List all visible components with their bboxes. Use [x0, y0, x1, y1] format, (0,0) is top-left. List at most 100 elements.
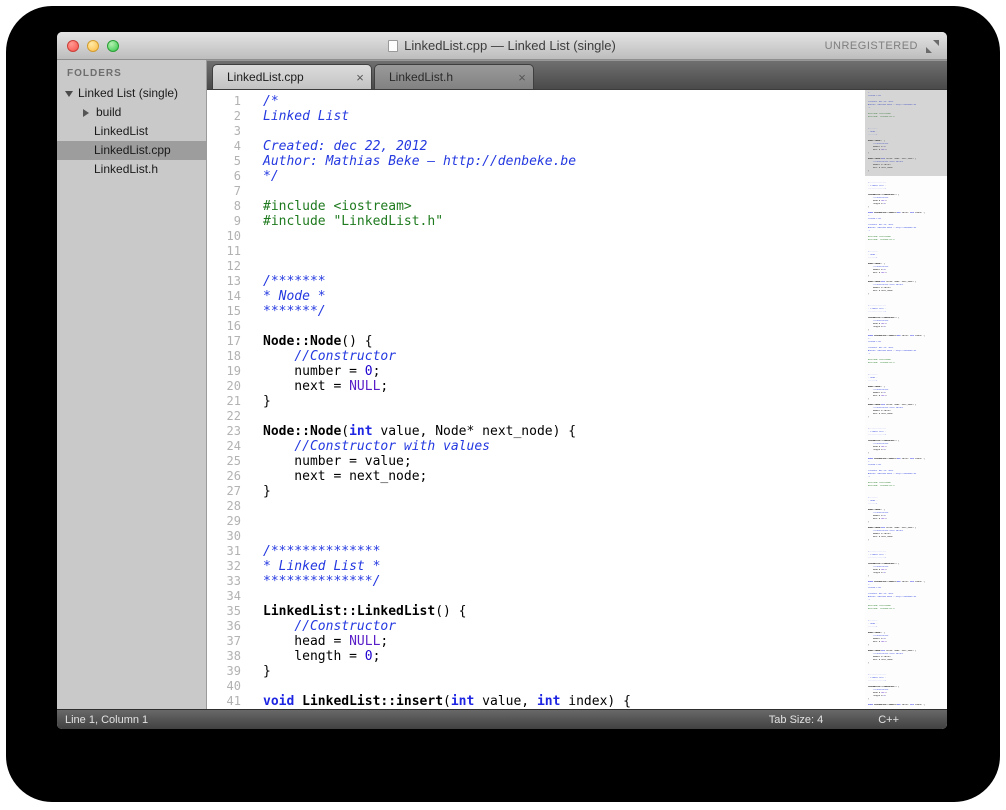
- code-line[interactable]: [263, 529, 865, 544]
- code-token: 0: [365, 364, 373, 379]
- code-token: ;: [886, 395, 887, 397]
- code-line[interactable]: [263, 259, 865, 274]
- sidebar-item-linkedlist-cpp[interactable]: LinkedList.cpp: [57, 141, 206, 160]
- code-line[interactable]: [263, 589, 865, 604]
- code-line[interactable]: }: [263, 394, 865, 409]
- code-token: Created: dec 22, 2012: [868, 470, 893, 472]
- code-token: //Constructor: [873, 689, 889, 691]
- code-line[interactable]: * Linked List *: [263, 559, 865, 574]
- sidebar-item-linked-list-single-[interactable]: Linked List (single): [57, 84, 206, 103]
- code-token: Linked List: [868, 464, 881, 466]
- titlebar[interactable]: LinkedList.cpp — Linked List (single) UN…: [57, 32, 947, 60]
- code-line[interactable]: [263, 124, 865, 139]
- code-token: length =: [868, 449, 884, 451]
- code-line[interactable]: Linked List: [263, 109, 865, 124]
- code-line[interactable]: length = 0;: [263, 649, 865, 664]
- code-line[interactable]: }: [263, 664, 865, 679]
- fullscreen-icon[interactable]: [926, 40, 939, 53]
- code-line[interactable]: Author: Mathias Beke – http://denbeke.be: [263, 154, 865, 169]
- code-token: ;: [885, 515, 886, 517]
- tab-close-icon[interactable]: ×: [511, 70, 533, 85]
- tab-linkedlist-cpp[interactable]: LinkedList.cpp×: [212, 64, 372, 89]
- code-line[interactable]: head = NULL;: [263, 634, 865, 649]
- code-line[interactable]: number = value;: [263, 454, 865, 469]
- disclosure-triangle-icon[interactable]: [65, 91, 73, 97]
- code-line[interactable]: [263, 244, 865, 259]
- code-token: * Node *: [868, 500, 878, 502]
- sidebar-item-build[interactable]: build: [57, 103, 206, 122]
- line-number: 27: [207, 484, 241, 499]
- code-line[interactable]: [263, 319, 865, 334]
- window-title-text: LinkedList.cpp — Linked List (single): [404, 38, 616, 53]
- code-token: *******/: [868, 626, 878, 628]
- code-line[interactable]: //Constructor: [263, 349, 865, 364]
- code-token: #include: [868, 236, 878, 238]
- sidebar-item-linkedlist-h[interactable]: LinkedList.h: [57, 160, 206, 179]
- code-line[interactable]: * Node *: [263, 289, 865, 304]
- disclosure-triangle-icon[interactable]: [83, 109, 89, 117]
- code-line[interactable]: **************/: [263, 574, 865, 589]
- code-token: Node::Node: [868, 527, 880, 529]
- code-line[interactable]: */: [263, 169, 865, 184]
- code-token: int: [349, 424, 372, 439]
- code-line[interactable]: number = 0;: [263, 364, 865, 379]
- syntax-indicator[interactable]: C++: [878, 714, 899, 726]
- minimap-viewport[interactable]: [865, 90, 947, 176]
- code-line[interactable]: Created: dec 22, 2012: [263, 139, 865, 154]
- code-line[interactable]: }: [263, 484, 865, 499]
- code-line[interactable]: next = NULL;: [263, 379, 865, 394]
- code-token: [263, 349, 294, 364]
- minimap[interactable]: /*Linked ListCreated: dec 22, 2012Author…: [865, 90, 947, 709]
- line-number: 33: [207, 574, 241, 589]
- code-token: length =: [868, 326, 884, 328]
- code-token: next =: [868, 641, 881, 643]
- code-token: * Node *: [868, 377, 878, 379]
- code-line[interactable]: [263, 229, 865, 244]
- code-line[interactable]: /*: [263, 94, 865, 109]
- code-line[interactable]: Node::Node() {: [263, 334, 865, 349]
- tab-size-indicator[interactable]: Tab Size: 4: [769, 714, 823, 726]
- code-token: head =: [868, 569, 881, 571]
- code-line[interactable]: //Constructor with values: [263, 439, 865, 454]
- code-line[interactable]: /**************: [263, 544, 865, 559]
- code-token: * Node *: [868, 254, 878, 256]
- code-token: /*******: [868, 497, 878, 499]
- code-line[interactable]: [263, 409, 865, 424]
- folder-tree: Linked List (single)buildLinkedListLinke…: [57, 84, 206, 179]
- code-token: LinkedList::LinkedList: [868, 686, 895, 688]
- code-token: **************/: [868, 188, 886, 190]
- code-area[interactable]: /*Linked List Created: dec 22, 2012Author…: [251, 90, 865, 709]
- code-token: value,: [474, 694, 537, 709]
- line-number: 21: [207, 394, 241, 409]
- code-token: LinkedList::LinkedList: [868, 563, 895, 565]
- code-line[interactable]: /*******: [263, 274, 865, 289]
- code-token: "LinkedList.h": [879, 485, 896, 487]
- code-line[interactable]: *******/: [263, 304, 865, 319]
- sidebar-item-linkedlist[interactable]: LinkedList: [57, 122, 206, 141]
- tab-linkedlist-h[interactable]: LinkedList.h×: [374, 64, 534, 89]
- code-token: #include: [868, 482, 878, 484]
- code-token: ;: [380, 634, 388, 649]
- line-number: 36: [207, 619, 241, 634]
- code-line[interactable]: //Constructor: [263, 619, 865, 634]
- code-token: Author: Mathias Beke – http://denbeke.be: [868, 227, 916, 229]
- code-token: * Linked List *: [868, 677, 886, 679]
- tab-close-icon[interactable]: ×: [349, 70, 371, 85]
- code-token: **************/: [868, 434, 886, 436]
- code-line[interactable]: #include "LinkedList.h": [263, 214, 865, 229]
- code-token: }: [868, 575, 869, 577]
- code-line[interactable]: void LinkedList::insert(int value, int i…: [263, 694, 865, 709]
- code-line[interactable]: [263, 514, 865, 529]
- code-line[interactable]: next = next_node;: [263, 469, 865, 484]
- code-line[interactable]: [263, 499, 865, 514]
- code-line[interactable]: #include <iostream>: [263, 199, 865, 214]
- code-token: head =: [868, 323, 881, 325]
- code-token: Linked List: [868, 341, 881, 343]
- code-token: value, Node* next_node) {: [885, 650, 916, 652]
- code-token: LinkedList::insert: [874, 212, 896, 214]
- code-line[interactable]: LinkedList::LinkedList() {: [263, 604, 865, 619]
- code-token: number =: [263, 364, 365, 379]
- code-line[interactable]: Node::Node(int value, Node* next_node) {: [263, 424, 865, 439]
- code-line[interactable]: [263, 679, 865, 694]
- code-line[interactable]: [263, 184, 865, 199]
